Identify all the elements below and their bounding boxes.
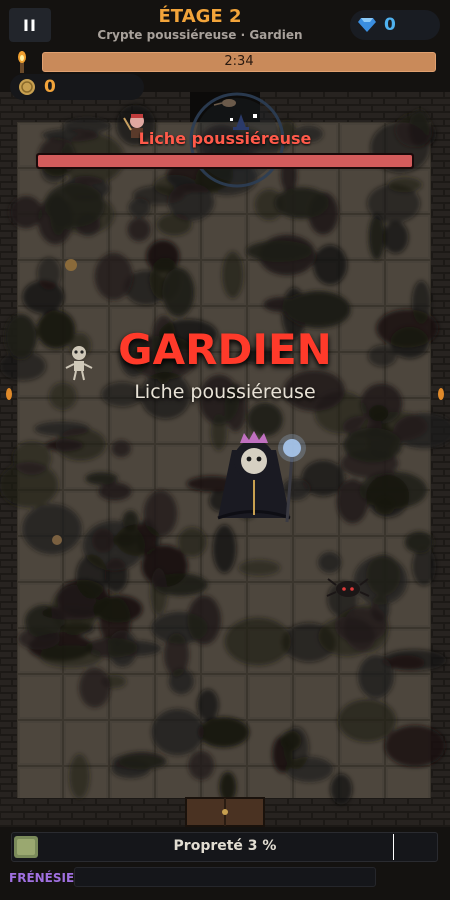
frenzy-label: FRÉNÉSIE bbox=[9, 871, 75, 885]
dust-patch bbox=[224, 617, 291, 666]
dust-patch bbox=[313, 244, 348, 285]
dust-patch bbox=[343, 427, 402, 463]
dust-patch bbox=[12, 441, 52, 475]
dust-patch bbox=[197, 717, 250, 748]
timer-text: 2:34 bbox=[224, 54, 254, 69]
dust-patch bbox=[412, 546, 437, 586]
boss-health-fill bbox=[38, 155, 412, 167]
dust-patch bbox=[18, 628, 60, 650]
dust-patch bbox=[282, 292, 350, 324]
dust-patch bbox=[353, 556, 408, 605]
dust-patch bbox=[75, 554, 108, 599]
dust-patch bbox=[150, 567, 168, 616]
dust-patch bbox=[197, 689, 219, 721]
dust-patch bbox=[151, 708, 204, 756]
dust-patch bbox=[85, 472, 118, 485]
dust-patch bbox=[162, 267, 195, 317]
gem-count: 0 bbox=[384, 15, 396, 35]
pause-icon: II bbox=[23, 15, 37, 35]
dust-patch bbox=[367, 184, 421, 224]
cleanliness-label: Propreté 3 % bbox=[173, 838, 277, 854]
dust-patch bbox=[37, 257, 61, 290]
dust-patch bbox=[358, 655, 394, 699]
boss-banner-subtitle: Liche poussiéreuse bbox=[134, 381, 316, 403]
dust-patch bbox=[127, 217, 151, 242]
dust-patch bbox=[167, 183, 215, 221]
coin-counter: 0 bbox=[10, 74, 144, 100]
dust-patch bbox=[111, 440, 131, 458]
stage-title: ÉTAGE 2 bbox=[158, 6, 242, 27]
dust-patch bbox=[111, 759, 151, 779]
boss-name: Liche poussiéreuse bbox=[138, 129, 312, 148]
dust-patch bbox=[79, 667, 111, 708]
stage-subtitle: Crypte poussiéreuse · Gardien bbox=[97, 28, 303, 42]
dust-patch bbox=[411, 280, 431, 324]
dust-patch bbox=[55, 428, 106, 461]
dust-patch bbox=[318, 551, 342, 573]
dust-patch bbox=[282, 622, 337, 663]
dust-patch bbox=[69, 754, 90, 799]
dust-patch bbox=[222, 251, 244, 299]
boss-banner-title: GARDIEN bbox=[118, 325, 332, 374]
dust-patch bbox=[94, 252, 133, 300]
dust-patch bbox=[281, 478, 311, 501]
dust-patch bbox=[368, 405, 389, 422]
coin-count: 0 bbox=[44, 77, 56, 97]
dust-patch bbox=[177, 527, 207, 557]
dust-patch bbox=[246, 240, 313, 262]
cleanliness-target-marker bbox=[393, 834, 394, 860]
dust-patch bbox=[188, 750, 215, 780]
dust-patch bbox=[395, 113, 433, 147]
dust-patch bbox=[247, 402, 283, 437]
dust-patch bbox=[56, 195, 115, 234]
dust-patch bbox=[384, 725, 446, 767]
dust-patch bbox=[404, 531, 434, 553]
dust-patch bbox=[336, 479, 369, 524]
dust-patch bbox=[272, 735, 293, 773]
dust-patch bbox=[92, 528, 115, 553]
dust-patch bbox=[164, 632, 189, 677]
gem-counter: 0 bbox=[350, 10, 440, 40]
dust-patch bbox=[93, 595, 143, 623]
dust-patch bbox=[113, 533, 137, 547]
dust-patch bbox=[9, 196, 43, 229]
dust-patch bbox=[59, 622, 95, 636]
dust-patch bbox=[366, 475, 410, 518]
dust-patch bbox=[85, 637, 138, 658]
dust-patch bbox=[238, 559, 281, 576]
dust-patch bbox=[98, 482, 132, 501]
dust-patch bbox=[338, 699, 396, 742]
coin-icon bbox=[19, 79, 35, 95]
frenzy-bar bbox=[74, 867, 376, 887]
dust-patch bbox=[274, 187, 329, 219]
dust-patch bbox=[128, 198, 151, 218]
dust-patch bbox=[42, 128, 100, 142]
dust-patch bbox=[146, 239, 180, 273]
dust-patch bbox=[382, 221, 409, 254]
torch-icon bbox=[18, 51, 26, 73]
pause-button[interactable]: II bbox=[9, 8, 51, 42]
dungeon-floor bbox=[0, 92, 450, 827]
dust-patch bbox=[212, 524, 237, 574]
dust-patch bbox=[22, 503, 82, 555]
dust-patch bbox=[330, 773, 353, 805]
diamond-icon bbox=[358, 18, 376, 32]
